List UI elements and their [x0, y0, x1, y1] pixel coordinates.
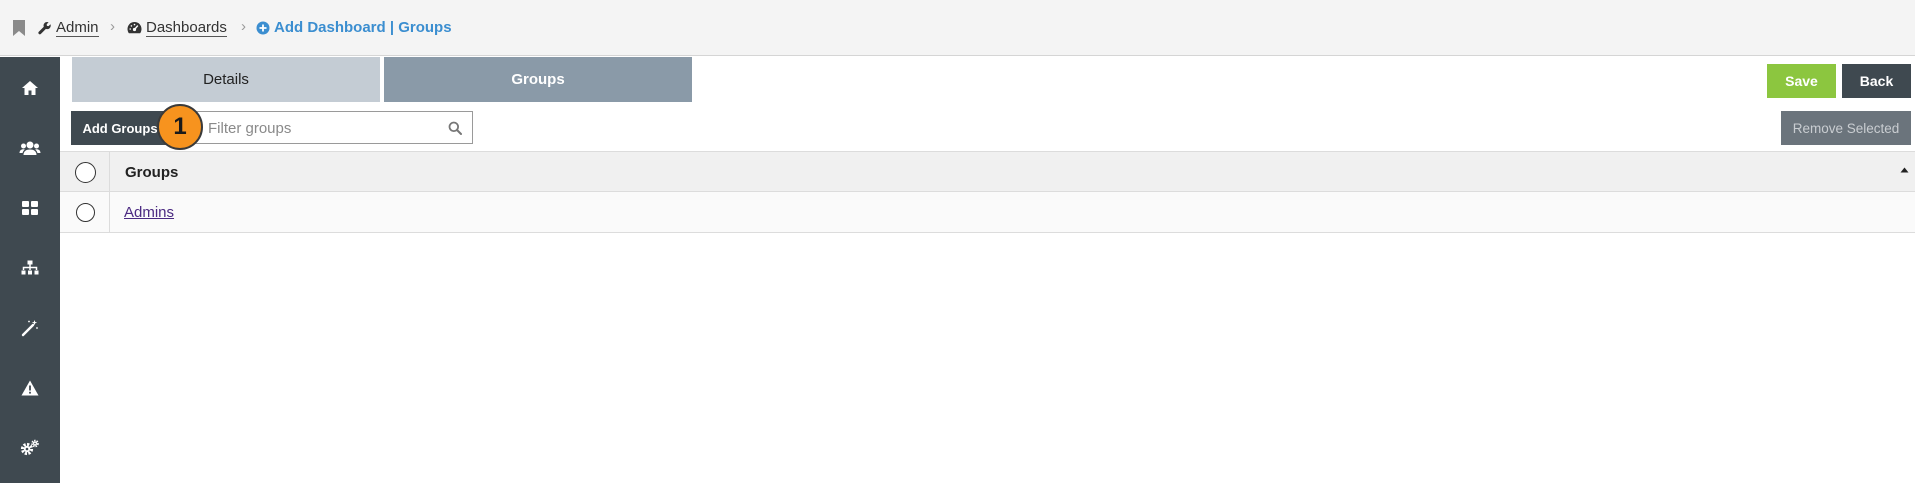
breadcrumb-current-label: Add Dashboard | Groups	[274, 19, 452, 36]
settings-icon	[20, 439, 39, 456]
filter-groups-input[interactable]	[178, 118, 468, 138]
table-header: Groups	[60, 151, 1915, 192]
filter-groups-field	[169, 111, 473, 144]
remove-selected-button[interactable]: Remove Selected	[1781, 111, 1911, 145]
breadcrumb-bar: Admin › Dashboards › Add Dashboard | Gro…	[0, 0, 1915, 56]
breadcrumb-label: Dashboards	[146, 18, 227, 37]
breadcrumb-current: Add Dashboard | Groups	[256, 17, 452, 39]
breadcrumb-item-admin[interactable]: Admin	[38, 17, 99, 39]
select-all-cell	[60, 152, 110, 191]
breadcrumb-separator: ›	[110, 18, 115, 35]
search-icon[interactable]	[448, 121, 462, 135]
tab-details[interactable]: Details	[72, 57, 380, 102]
sidebar-item-settings[interactable]	[0, 428, 60, 468]
breadcrumb-separator: ›	[241, 18, 246, 35]
select-all-radio[interactable]	[75, 162, 96, 183]
table-row: Admins	[60, 192, 1915, 233]
row-select-cell	[60, 192, 110, 232]
sidebar-item-users[interactable]	[0, 128, 60, 168]
back-button[interactable]: Back	[1842, 64, 1911, 98]
group-link[interactable]: Admins	[124, 204, 174, 221]
users-icon	[19, 141, 41, 155]
column-header-groups[interactable]: Groups	[125, 164, 178, 181]
plus-circle-icon	[256, 21, 270, 35]
warning-icon	[21, 380, 39, 396]
sidebar-item-alerts[interactable]	[0, 368, 60, 408]
home-icon	[22, 81, 38, 95]
add-groups-button[interactable]: Add Groups	[71, 111, 169, 145]
bookmark-icon[interactable]	[13, 20, 25, 36]
step-badge: 1	[157, 104, 203, 150]
magic-wand-icon	[21, 320, 38, 337]
sidebar-item-dashboards[interactable]	[0, 188, 60, 228]
sidebar	[0, 57, 60, 483]
breadcrumb-label: Admin	[56, 18, 99, 37]
save-button[interactable]: Save	[1767, 64, 1836, 98]
dashboard-icon	[127, 22, 142, 34]
tab-groups[interactable]: Groups	[384, 57, 692, 102]
sidebar-item-hierarchy[interactable]	[0, 248, 60, 288]
dashboards-icon	[22, 201, 38, 215]
hierarchy-icon	[21, 260, 39, 275]
row-select-radio[interactable]	[76, 203, 95, 222]
sort-ascending-icon[interactable]	[1900, 167, 1909, 173]
wrench-icon	[38, 21, 51, 35]
breadcrumb-item-dashboards[interactable]: Dashboards	[127, 17, 227, 39]
sidebar-item-home[interactable]	[0, 68, 60, 108]
sidebar-item-wizard[interactable]	[0, 308, 60, 348]
